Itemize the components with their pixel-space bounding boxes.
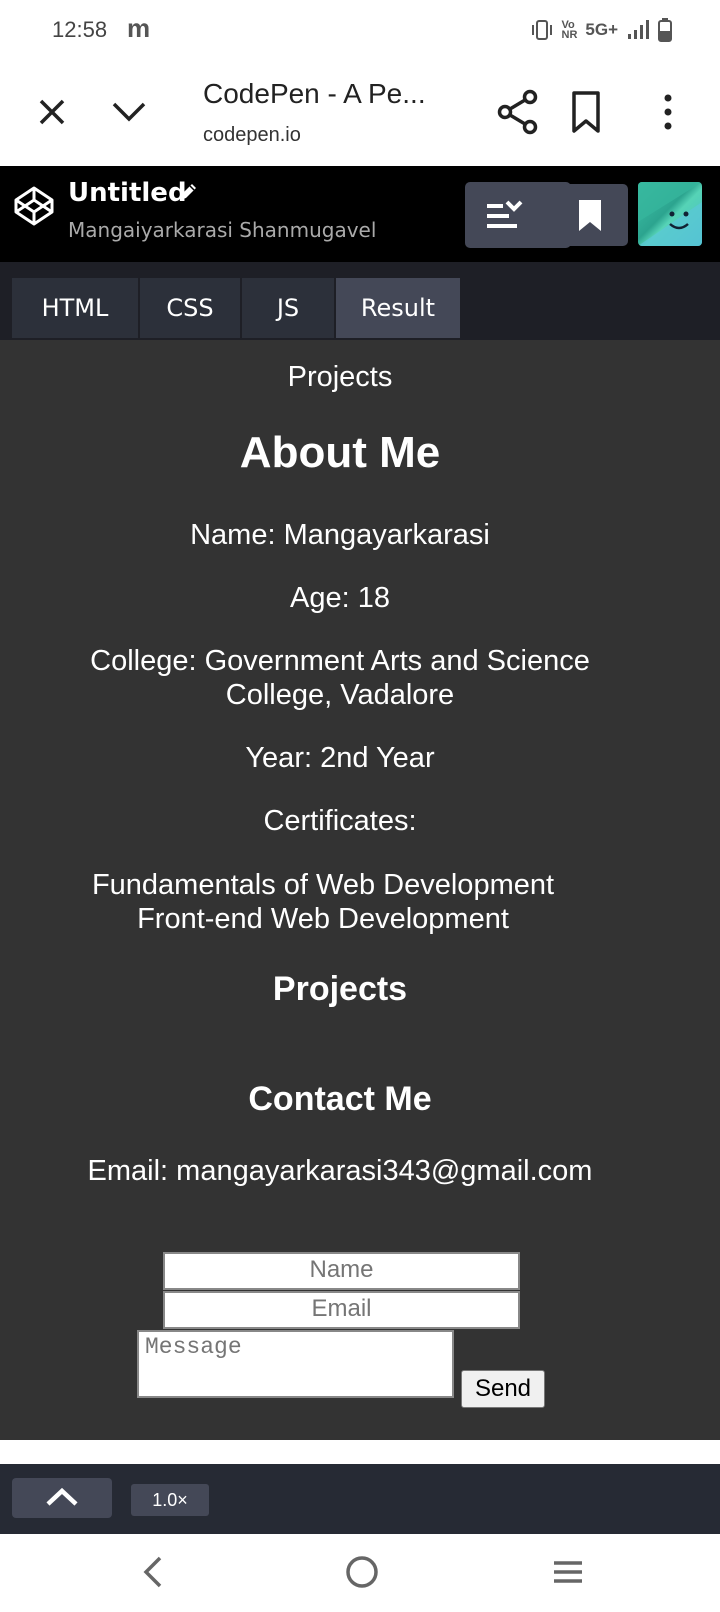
avatar-smiley-icon: [638, 182, 702, 246]
editor-tabs: HTML CSS JS Result: [0, 262, 720, 342]
result-preview: Projects About Me Name: Mangayarkarasi A…: [0, 340, 720, 1440]
codepen-header: Untitled Mangaiyarkarasi Shanmugavel: [0, 166, 720, 262]
about-heading: About Me: [239, 428, 441, 477]
expand-console-button[interactable]: [12, 1478, 112, 1518]
recent-apps-icon[interactable]: [548, 1552, 588, 1592]
certificates-label: Certificates:: [263, 805, 417, 837]
name-field[interactable]: Name: [163, 1252, 520, 1290]
network-label: 5G+: [585, 20, 618, 39]
codepen-bottom-bar: 1.0×: [0, 1464, 720, 1534]
chevron-up-icon: [46, 1487, 78, 1506]
home-icon[interactable]: [342, 1552, 382, 1592]
pen-title[interactable]: Untitled: [68, 178, 187, 208]
bookmark-icon[interactable]: [566, 90, 606, 134]
nav-projects-link[interactable]: Projects: [0, 360, 680, 395]
pencil-icon[interactable]: [176, 180, 200, 204]
codepen-logo-icon[interactable]: [12, 184, 56, 228]
status-bar: 12:58 m Vo NR 5G+: [0, 0, 720, 60]
email-line: Email: mangayarkarasi343@gmail.com: [87, 1155, 593, 1187]
battery-icon: [658, 18, 672, 42]
email-field[interactable]: Email: [163, 1291, 520, 1329]
signal-icon: [628, 20, 649, 39]
android-nav-bar: [0, 1534, 720, 1612]
status-icons: Vo NR 5G+: [530, 18, 672, 42]
tab-css[interactable]: CSS: [140, 278, 240, 338]
tab-js[interactable]: JS: [242, 278, 334, 338]
status-time: 12:58: [52, 17, 108, 42]
vonr-icon: Vo NR: [561, 19, 578, 41]
college-line-2: College, Vadalore: [225, 679, 455, 711]
share-icon[interactable]: [496, 88, 540, 136]
bookmark-filled-icon: [579, 200, 601, 231]
send-button[interactable]: Send: [461, 1370, 545, 1408]
year-line: Year: 2nd Year: [245, 742, 435, 774]
tab-html[interactable]: HTML: [12, 278, 138, 338]
close-icon[interactable]: [30, 90, 74, 134]
chevron-down-icon[interactable]: [104, 90, 154, 134]
college-line-1: College: Government Arts and Science: [90, 645, 590, 677]
name-line: Name: Mangayarkarasi: [190, 519, 490, 551]
zoom-level[interactable]: 1.0×: [131, 1484, 209, 1516]
tab-result[interactable]: Result: [336, 278, 460, 338]
vibrate-icon: [531, 20, 552, 40]
page-url[interactable]: codepen.io: [203, 124, 301, 147]
pen-author[interactable]: Mangaiyarkarasi Shanmugavel: [68, 218, 376, 242]
contact-heading: Contact Me: [248, 1080, 432, 1118]
back-icon[interactable]: [136, 1552, 172, 1592]
certificate-item: Fundamentals of Web Development: [91, 869, 555, 901]
certificate-item: Front-end Web Development: [137, 903, 509, 935]
user-avatar[interactable]: [638, 182, 702, 246]
app-notification-icon: m: [127, 13, 151, 43]
projects-heading: Projects: [272, 970, 408, 1008]
age-line: Age: 18: [290, 582, 390, 614]
save-bookmark-button[interactable]: [552, 184, 628, 246]
more-vert-icon[interactable]: [650, 90, 686, 134]
message-textarea[interactable]: Message: [137, 1330, 454, 1398]
browser-toolbar: CodePen - A Pe... codepen.io: [0, 60, 720, 168]
page-title[interactable]: CodePen - A Pe...: [203, 78, 426, 110]
